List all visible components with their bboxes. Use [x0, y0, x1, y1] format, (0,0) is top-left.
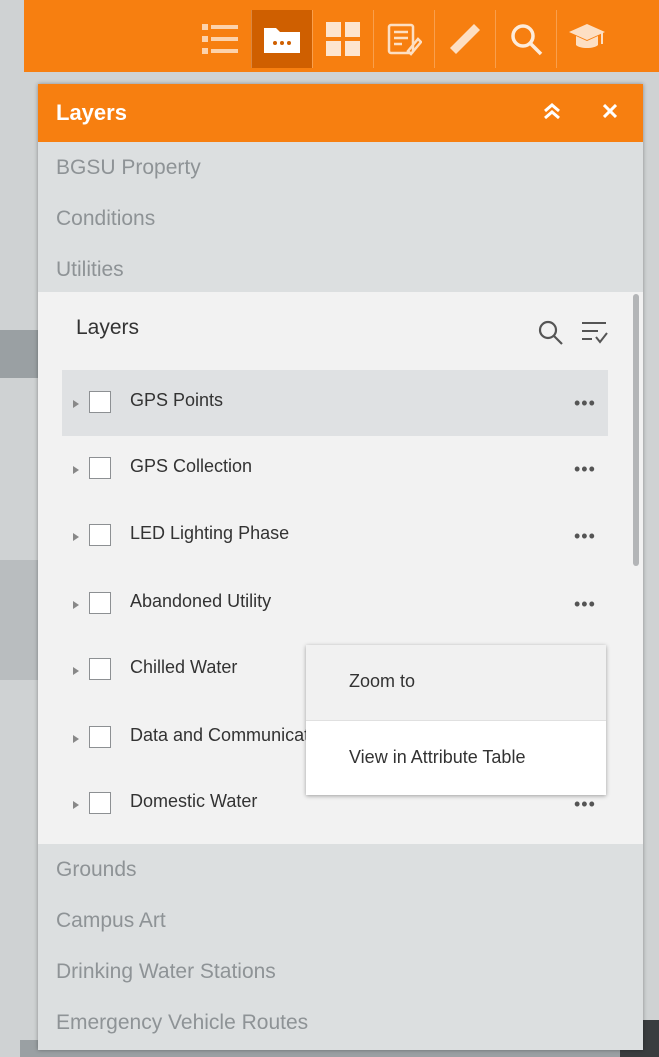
caret-right-icon[interactable]	[72, 396, 80, 414]
layer-name: LED Lighting Phase	[130, 523, 290, 543]
group-item-drinking-water-stations[interactable]: Drinking Water Stations	[38, 946, 643, 997]
more-options-icon[interactable]: •••	[574, 527, 596, 545]
search-icon[interactable]	[538, 320, 564, 351]
measure-icon	[446, 20, 484, 58]
layers-panel: Layers BGSU Property Conditions Utilitie…	[38, 84, 643, 1050]
group-item-campus-art[interactable]: Campus Art	[38, 895, 643, 946]
layer-checkbox[interactable]	[89, 391, 111, 413]
widget-title: Layers	[76, 316, 140, 339]
measure-tool-button[interactable]	[434, 10, 495, 68]
menu-item-label: View in Attribute Table	[349, 747, 526, 767]
caret-right-icon[interactable]	[72, 797, 80, 815]
layer-list-icon	[200, 21, 240, 57]
collapse-button[interactable]	[539, 100, 565, 126]
more-options-icon[interactable]: •••	[574, 394, 596, 412]
group-item-utilities[interactable]: Utilities	[38, 244, 643, 295]
layer-checkbox[interactable]	[89, 658, 111, 680]
education-icon	[567, 22, 607, 56]
caret-right-icon[interactable]	[72, 462, 80, 480]
group-item-emergency-vehicle-routes[interactable]: Emergency Vehicle Routes	[38, 997, 643, 1048]
group-list-bottom: Grounds Campus Art Drinking Water Statio…	[38, 844, 643, 1050]
menu-item-view-attribute-table[interactable]: View in Attribute Table	[306, 721, 606, 796]
layer-checkbox[interactable]	[89, 524, 111, 546]
search-tool-button[interactable]	[495, 10, 556, 68]
group-list-top: BGSU Property Conditions Utilities	[38, 142, 643, 292]
layer-checkbox[interactable]	[89, 726, 111, 748]
folder-more-icon	[263, 24, 301, 54]
panel-title: Layers	[56, 100, 127, 125]
menu-item-label: Zoom to	[349, 671, 416, 691]
layer-row-gps-points[interactable]: GPS Points •••	[62, 370, 608, 436]
filter-list-icon[interactable]	[580, 320, 608, 351]
double-chevron-up-icon	[543, 102, 561, 124]
map-road	[0, 560, 40, 680]
group-item-grounds[interactable]: Grounds	[38, 844, 643, 895]
group-item-conditions[interactable]: Conditions	[38, 193, 643, 244]
more-options-icon[interactable]: •••	[574, 795, 596, 813]
layer-row-abandoned-utility[interactable]: Abandoned Utility •••	[62, 571, 608, 637]
layer-checkbox[interactable]	[89, 457, 111, 479]
search-icon	[508, 21, 544, 57]
scrollbar-thumb[interactable]	[633, 294, 639, 566]
layer-row-gps-collection[interactable]: GPS Collection •••	[62, 436, 608, 502]
layers-tool-button[interactable]	[251, 10, 312, 68]
caret-right-icon[interactable]	[72, 529, 80, 547]
layer-checkbox[interactable]	[89, 592, 111, 614]
menu-item-zoom-to[interactable]: Zoom to	[306, 645, 606, 721]
layer-name: Abandoned Utility	[130, 591, 272, 611]
header-toolbar	[24, 0, 659, 72]
caret-right-icon[interactable]	[72, 597, 80, 615]
edit-tool-button[interactable]	[373, 10, 434, 68]
caret-right-icon[interactable]	[72, 731, 80, 749]
layer-name: GPS Collection	[130, 456, 253, 476]
more-options-icon[interactable]: •••	[574, 595, 596, 613]
close-icon	[602, 103, 618, 123]
basemap-gallery-tool-button[interactable]	[312, 10, 373, 68]
group-item-bgsu-property[interactable]: BGSU Property	[38, 142, 643, 193]
layer-checkbox[interactable]	[89, 792, 111, 814]
layer-list-tool-button[interactable]	[190, 10, 250, 68]
about-tool-button[interactable]	[556, 10, 617, 68]
more-options-icon[interactable]: •••	[574, 460, 596, 478]
caret-right-icon[interactable]	[72, 663, 80, 681]
layer-name: GPS Points	[130, 390, 224, 410]
grid-icon	[325, 21, 361, 57]
layer-name: Chilled Water	[130, 657, 238, 677]
scrollbar[interactable]	[632, 292, 640, 844]
map-road	[0, 330, 40, 378]
edit-icon	[386, 21, 422, 57]
layer-name: Domestic Water	[130, 791, 258, 811]
close-button[interactable]	[597, 100, 623, 126]
layer-row-led-lighting-phase[interactable]: LED Lighting Phase •••	[62, 503, 608, 569]
layers-widget: Layers GPS Points ••• GPS Collection •••…	[38, 292, 643, 844]
panel-header: Layers	[38, 84, 643, 142]
layer-context-menu: Zoom to View in Attribute Table	[306, 645, 606, 795]
